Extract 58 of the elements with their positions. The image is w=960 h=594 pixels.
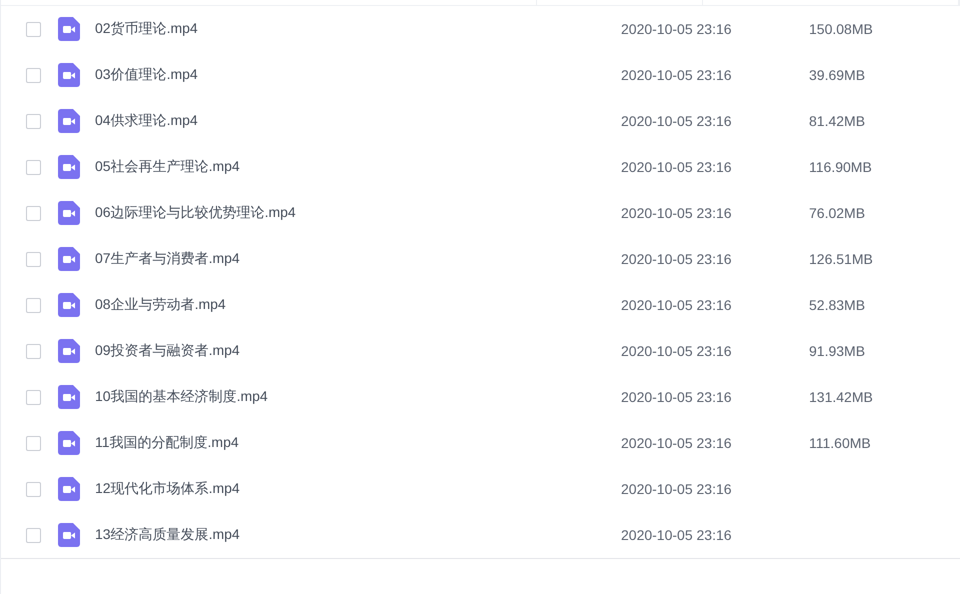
file-name[interactable]: 12现代化市场体系.mp4 [95,480,621,498]
modified-date: 2020-10-05 23:16 [621,389,733,405]
modified-date: 2020-10-05 23:16 [621,113,733,129]
file-size: 111.60MB [809,435,871,451]
video-file-icon [58,63,80,87]
file-name[interactable]: 09投资者与融资者.mp4 [95,342,621,360]
file-name[interactable]: 04供求理论.mp4 [95,112,621,130]
checkbox[interactable] [26,436,41,450]
video-file-icon [58,431,80,455]
file-size: 76.02MB [809,205,866,221]
modified-date: 2020-10-05 23:16 [621,527,733,543]
checkbox[interactable] [26,482,41,496]
modified-date: 2020-10-05 23:16 [621,435,733,451]
modified-date: 2020-10-05 23:16 [621,481,733,497]
file-name[interactable]: 08企业与劳动者.mp4 [95,296,621,314]
file-name[interactable]: 10我国的基本经济制度.mp4 [95,388,621,406]
modified-date: 2020-10-05 23:16 [621,343,733,359]
video-file-icon [58,155,80,179]
modified-date: 2020-10-05 23:16 [621,21,733,37]
modified-date: 2020-10-05 23:16 [621,159,733,175]
modified-date: 2020-10-05 23:16 [621,67,733,83]
checkbox[interactable] [26,206,41,220]
file-name[interactable]: 11我国的分配制度.mp4 [95,434,621,452]
checkbox[interactable] [26,22,41,36]
file-name[interactable]: 05社会再生产理论.mp4 [95,158,621,176]
video-file-icon [58,17,80,41]
file-size: 131.42MB [809,389,873,405]
video-file-icon [58,293,80,317]
video-file-icon [58,109,80,133]
checkbox[interactable] [26,160,41,174]
file-size: 116.90MB [809,159,872,175]
file-size: 91.93MB [809,343,866,359]
video-file-icon [58,385,80,409]
modified-date: 2020-10-05 23:16 [621,297,733,313]
checkbox[interactable] [26,344,41,358]
video-file-icon [58,247,80,271]
checkbox[interactable] [26,252,41,266]
video-file-icon [58,339,80,363]
checkbox[interactable] [26,114,41,128]
file-size: 52.83MB [809,297,866,313]
file-size: 39.69MB [809,67,866,83]
file-size: 126.51MB [809,251,873,267]
checkbox[interactable] [26,390,41,404]
video-file-icon [58,477,80,501]
video-file-icon [58,201,80,225]
checkbox[interactable] [26,298,41,312]
modified-date: 2020-10-05 23:16 [621,205,733,221]
file-size: 81.42MB [809,113,866,129]
file-name[interactable]: 07生产者与消费者.mp4 [95,250,621,268]
modified-date: 2020-10-05 23:16 [621,251,733,267]
video-file-icon [58,523,80,547]
file-name[interactable]: 13经济高质量发展.mp4 [95,526,621,544]
file-size: 150.08MB [809,21,873,37]
file-name[interactable]: 06边际理论与比较优势理论.mp4 [95,204,621,222]
file-name[interactable]: 02货币理论.mp4 [95,20,621,38]
file-name[interactable]: 03价值理论.mp4 [95,66,621,84]
checkbox[interactable] [26,68,41,82]
checkbox[interactable] [26,528,41,542]
